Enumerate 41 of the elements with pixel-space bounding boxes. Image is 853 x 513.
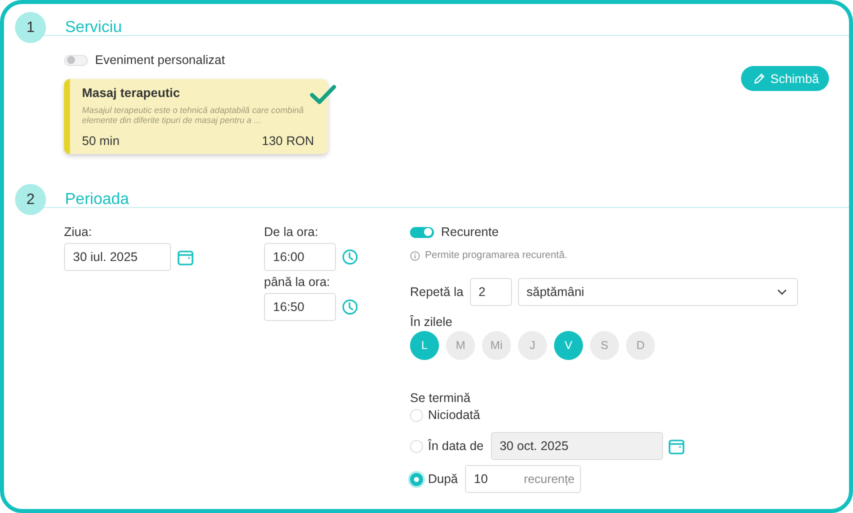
radio-button[interactable] (410, 472, 423, 486)
hint-text: Permite programarea recurentă. (425, 250, 568, 261)
service-description: Masajul terapeutic este o tehnică adaptabilă care combină elemente din diferite tipuri de masaj pentru a ... (82, 105, 305, 126)
calendar-icon[interactable] (668, 438, 685, 454)
section-title: Perioada (65, 190, 130, 208)
calendar-icon[interactable] (177, 248, 194, 266)
toggle-switch[interactable] (410, 226, 434, 238)
option-label: După (428, 472, 458, 486)
pencil-icon (753, 72, 766, 84)
option-label: În data de (428, 439, 484, 453)
unit-select[interactable]: săptămâni (518, 278, 798, 306)
info-icon (410, 250, 420, 260)
toggle-label: Eveniment personalizat (95, 53, 225, 67)
step-number: 2 (15, 184, 46, 215)
field-label: Ziua: (64, 225, 93, 239)
radio-button[interactable] (410, 440, 423, 452)
radio-button[interactable] (410, 408, 423, 422)
field-label: De la ora: (264, 225, 320, 239)
interval-field[interactable]: 2 (470, 278, 512, 306)
service-card[interactable]: Masaj terapeutic Masajul terapeutic este o tehnică adaptabilă care combină elemente din diferite tipuri de masaj pentru a ... 50 min 130 RON (64, 79, 328, 154)
clock-icon[interactable] (342, 299, 358, 315)
count-field[interactable]: 10 recurențe (464, 465, 581, 493)
toggle-switch[interactable] (64, 54, 88, 66)
option-label: Niciodată (428, 408, 480, 422)
ends-label: Se termină (410, 391, 472, 405)
unit-label: recurențe (524, 472, 575, 486)
price: 130 RON (262, 134, 314, 148)
service-name: Masaj terapeutic (82, 86, 181, 100)
field-label: până la ora: (264, 275, 332, 289)
duration: 50 min (82, 134, 120, 148)
step-number: 1 (15, 12, 46, 43)
days-label: În zilele (410, 315, 454, 329)
time-field[interactable]: 16:50 (264, 293, 336, 321)
toggle-label: Recurente (441, 225, 499, 239)
date-field[interactable]: 30 iul. 2025 (64, 243, 171, 271)
check-icon (310, 85, 336, 105)
section-title: Serviciu (65, 18, 122, 36)
repeat-label: Repetă la (410, 285, 464, 299)
chevron-down-icon (777, 289, 787, 295)
clock-icon[interactable] (342, 249, 358, 265)
time-field[interactable]: 16:00 (264, 243, 336, 271)
